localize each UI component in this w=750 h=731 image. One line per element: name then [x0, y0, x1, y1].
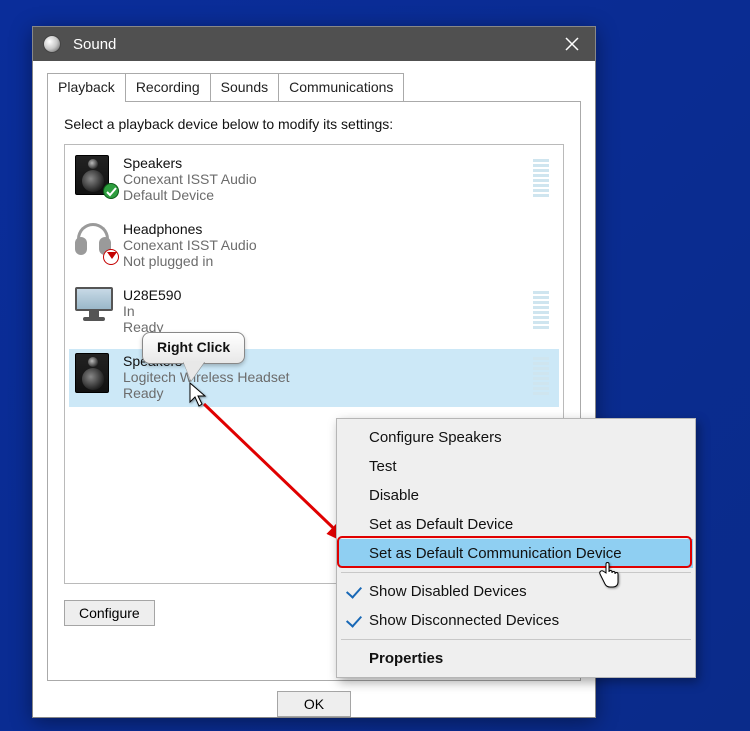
device-name: Headphones	[123, 221, 553, 237]
titlebar[interactable]: Sound	[33, 27, 595, 61]
monitor-icon	[75, 287, 115, 329]
ok-button[interactable]: OK	[277, 691, 351, 717]
cursor-icon	[189, 382, 209, 411]
ctx-properties[interactable]: Properties	[339, 644, 693, 673]
ctx-show-disconnected-devices[interactable]: Show Disconnected Devices	[339, 606, 693, 635]
headphones-icon	[75, 221, 115, 263]
level-meter	[533, 287, 549, 329]
level-meter	[533, 353, 549, 395]
default-check-badge	[103, 183, 119, 199]
ctx-show-disabled-devices[interactable]: Show Disabled Devices	[339, 577, 693, 606]
device-row[interactable]: U28E590 In Ready	[69, 283, 559, 341]
device-status: Default Device	[123, 187, 527, 203]
close-button[interactable]	[549, 27, 595, 61]
device-row[interactable]: Speakers Conexant ISST Audio Default Dev…	[69, 151, 559, 209]
device-driver: In	[123, 303, 527, 319]
tab-sounds[interactable]: Sounds	[210, 73, 279, 101]
device-name: U28E590	[123, 287, 527, 303]
instruction-text: Select a playback device below to modify…	[64, 116, 564, 132]
ctx-disable[interactable]: Disable	[339, 481, 693, 510]
ctx-set-default-device[interactable]: Set as Default Device	[339, 510, 693, 539]
right-click-callout: Right Click	[142, 332, 245, 364]
tab-recording[interactable]: Recording	[125, 73, 211, 101]
dialog-footer: OK	[47, 681, 581, 717]
ctx-set-default-communication-device[interactable]: Set as Default Communication Device	[339, 539, 693, 568]
speaker-icon	[75, 155, 115, 197]
device-driver: Conexant ISST Audio	[123, 171, 527, 187]
unplugged-badge	[103, 249, 119, 265]
device-status: Ready	[123, 385, 527, 401]
sound-icon	[43, 35, 61, 53]
window-title: Sound	[73, 36, 549, 53]
menu-separator	[341, 572, 691, 573]
ctx-configure-speakers[interactable]: Configure Speakers	[339, 423, 693, 452]
device-name: Speakers	[123, 155, 527, 171]
ctx-test[interactable]: Test	[339, 452, 693, 481]
menu-separator	[341, 639, 691, 640]
close-icon	[565, 37, 579, 51]
context-menu[interactable]: Configure Speakers Test Disable Set as D…	[336, 418, 696, 678]
callout-text: Right Click	[157, 339, 230, 355]
device-status: Not plugged in	[123, 253, 553, 269]
device-row[interactable]: Headphones Conexant ISST Audio Not plugg…	[69, 217, 559, 275]
tab-playback[interactable]: Playback	[47, 73, 126, 102]
level-meter	[533, 155, 549, 197]
tab-communications[interactable]: Communications	[278, 73, 404, 101]
device-driver: Conexant ISST Audio	[123, 237, 553, 253]
configure-button[interactable]: Configure	[64, 600, 155, 626]
speaker-icon	[75, 353, 115, 395]
tab-strip: Playback Recording Sounds Communications	[47, 73, 581, 101]
pointer-hand-icon	[598, 562, 620, 591]
